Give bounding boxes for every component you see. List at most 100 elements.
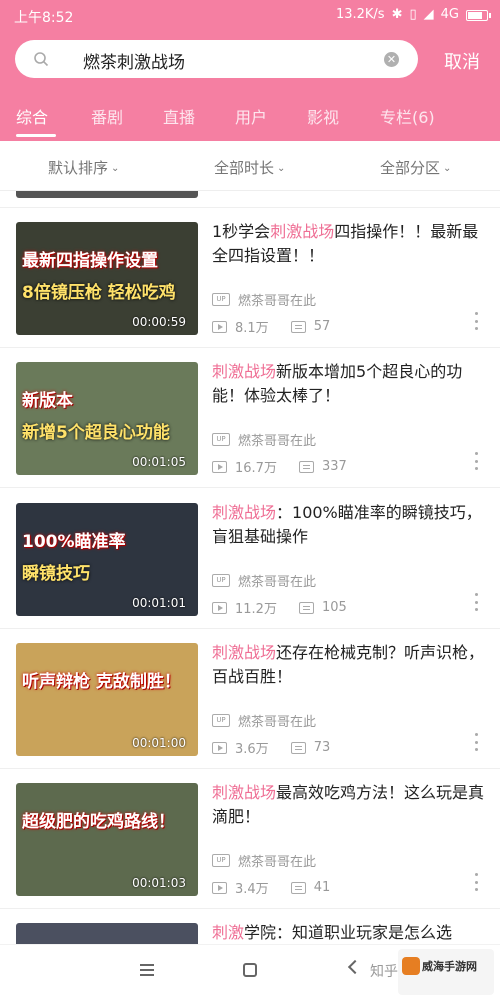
tab-users[interactable]: 用户: [235, 104, 267, 128]
video-author: UP 燃茶哥哥在此: [212, 430, 316, 449]
chevron-down-icon: ⌄: [277, 163, 286, 174]
search-icon: [34, 52, 49, 67]
danmaku-count: 41: [313, 880, 331, 895]
video-stats: 3.4万 41: [212, 878, 330, 897]
danmaku-icon: [290, 320, 306, 333]
tab-live[interactable]: 直播: [163, 104, 195, 128]
video-thumbnail[interactable]: 听声辩枪 克敌制胜！ 00:01:00: [16, 643, 198, 756]
video-thumbnail[interactable]: 100%瞄准率 瞬镜技巧 00:01:01: [16, 503, 198, 616]
thumbnail-headline: 最新四指操作设置: [22, 251, 158, 271]
author-name: 燃茶哥哥在此: [238, 434, 317, 449]
network-speed: 13.2K/s: [335, 7, 385, 22]
up-icon: UP: [212, 433, 230, 446]
clear-icon[interactable]: ✕: [384, 52, 399, 67]
video-item[interactable]: 听声辩枪 克敌制胜！ 00:01:00 刺激战场还存在枪械克制？听声识枪，百战百…: [0, 629, 500, 769]
signal-icon: ◢: [423, 7, 434, 22]
view-count: 3.4万: [235, 882, 269, 897]
tab-all[interactable]: 综合: [16, 104, 48, 128]
more-options-icon[interactable]: [474, 593, 478, 611]
filter-sort[interactable]: 默认排序 ⌄: [48, 157, 119, 178]
title-keyword: 刺激战场: [212, 503, 277, 522]
search-row: 燃茶刺激战场 ✕ 取消: [0, 40, 500, 80]
bluetooth-icon: ✱: [391, 7, 403, 22]
thumbnail-headline: 100%瞄准率: [22, 532, 126, 552]
video-title[interactable]: 刺激战场新版本增加5个超良心的功能！体验太棒了！: [212, 360, 490, 408]
thumbnail-headline: 新版本: [22, 391, 73, 411]
title-keyword: 刺激战场: [212, 643, 277, 662]
previous-item-thumbnail[interactable]: [16, 191, 198, 198]
video-duration: 00:01:05: [132, 455, 186, 469]
danmaku-icon: [298, 460, 314, 473]
title-keyword: 刺激战场: [212, 783, 277, 802]
tab-movies[interactable]: 影视: [307, 104, 339, 128]
video-title[interactable]: 刺激战场：100%瞄准率的瞬镜技巧，盲狙基础操作: [212, 501, 490, 549]
filter-duration-label: 全部时长: [214, 159, 275, 177]
search-query: 燃茶刺激战场: [83, 53, 185, 73]
thumbnail-headline: 超级肥的吃鸡路线！: [22, 812, 175, 832]
up-icon: UP: [212, 714, 230, 727]
status-time: 上午8:52: [14, 10, 74, 26]
thumbnail-subline: 瞬镜技巧: [22, 564, 90, 584]
menu-icon[interactable]: [140, 964, 154, 976]
status-icons: 13.2K/s ✱ ▯ ◢ 4G: [335, 7, 491, 23]
home-icon[interactable]: [243, 963, 257, 977]
more-options-icon[interactable]: [474, 312, 478, 330]
video-title[interactable]: 刺激学院：知道职业玩家是怎么选: [212, 921, 490, 945]
video-item[interactable]: 100%瞄准率 瞬镜技巧 00:01:01 刺激战场：100%瞄准率的瞬镜技巧，…: [0, 489, 500, 629]
tab-bangumi[interactable]: 番剧: [91, 104, 123, 128]
video-thumbnail[interactable]: 新版本 新增5个超良心功能 00:01:05: [16, 362, 198, 475]
title-keyword: 刺激战场: [270, 222, 335, 241]
view-count: 8.1万: [235, 321, 269, 336]
view-count: 11.2万: [235, 602, 277, 617]
play-count-icon: [212, 881, 227, 894]
filter-category[interactable]: 全部分区 ⌄: [380, 157, 451, 178]
view-count: 16.7万: [235, 461, 277, 476]
logo-icon: [402, 957, 420, 975]
danmaku-count: 57: [313, 319, 331, 334]
more-options-icon[interactable]: [474, 733, 478, 751]
title-prefix: 1秒学会: [212, 222, 271, 241]
author-name: 燃茶哥哥在此: [238, 855, 317, 870]
play-count-icon: [212, 601, 227, 614]
video-thumbnail[interactable]: 超级肥的吃鸡路线！ 00:01:03: [16, 783, 198, 896]
filter-bar: 默认排序 ⌄ 全部时长 ⌄ 全部分区 ⌄: [0, 141, 500, 191]
up-icon: UP: [212, 293, 230, 306]
video-item[interactable]: 超级肥的吃鸡路线！ 00:01:03 刺激战场最高效吃鸡方法！这么玩是真滴肥！ …: [0, 769, 500, 909]
video-title[interactable]: 刺激战场还存在枪械克制？听声识枪，百战百胜！: [212, 641, 490, 689]
more-options-icon[interactable]: [474, 873, 478, 891]
vibrate-icon: ▯: [409, 7, 417, 22]
battery-icon: [466, 9, 491, 21]
danmaku-icon: [298, 601, 314, 614]
watermark-logo-text: 威海手游网: [422, 960, 477, 973]
search-input[interactable]: 燃茶刺激战场 ✕: [15, 40, 418, 78]
tab-bar: 综合 番剧 直播 用户 影视 专栏(6): [0, 96, 500, 141]
video-stats: 16.7万 337: [212, 457, 347, 476]
danmaku-icon: [290, 881, 306, 894]
video-title[interactable]: 1秒学会刺激战场四指操作！！最新最全四指设置！！: [212, 220, 490, 268]
video-author: UP 燃茶哥哥在此: [212, 851, 316, 870]
back-icon[interactable]: [347, 959, 363, 975]
thumbnail-subline: 8倍镜压枪 轻松吃鸡: [22, 283, 176, 303]
video-item[interactable]: 最新四指操作设置 8倍镜压枪 轻松吃鸡 00:00:59 1秒学会刺激战场四指操…: [0, 208, 500, 348]
app-header: 上午8:52 13.2K/s ✱ ▯ ◢ 4G 燃茶刺激战场 ✕ 取消 综合 番…: [0, 0, 500, 141]
play-count-icon: [212, 460, 227, 473]
cancel-button[interactable]: 取消: [444, 48, 480, 74]
tab-articles[interactable]: 专栏(6): [380, 104, 435, 128]
watermark-logo: 威海手游网: [398, 949, 494, 995]
video-title[interactable]: 刺激战场最高效吃鸡方法！这么玩是真滴肥！: [212, 781, 490, 829]
filter-duration[interactable]: 全部时长 ⌄: [214, 157, 285, 178]
danmaku-icon: [290, 741, 306, 754]
more-options-icon[interactable]: [474, 452, 478, 470]
video-thumbnail[interactable]: 最新四指操作设置 8倍镜压枪 轻松吃鸡 00:00:59: [16, 222, 198, 335]
video-stats: 11.2万 105: [212, 598, 347, 617]
up-icon: UP: [212, 854, 230, 867]
video-item[interactable]: 新版本 新增5个超良心功能 00:01:05 刺激战场新版本增加5个超良心的功能…: [0, 348, 500, 488]
status-bar: 上午8:52 13.2K/s ✱ ▯ ◢ 4G: [0, 0, 500, 32]
danmaku-count: 105: [321, 600, 347, 615]
up-icon: UP: [212, 574, 230, 587]
author-name: 燃茶哥哥在此: [238, 294, 317, 309]
filter-category-label: 全部分区: [380, 159, 441, 177]
danmaku-count: 73: [313, 740, 331, 755]
active-tab-indicator: [16, 134, 56, 137]
video-stats: 8.1万 57: [212, 317, 330, 336]
